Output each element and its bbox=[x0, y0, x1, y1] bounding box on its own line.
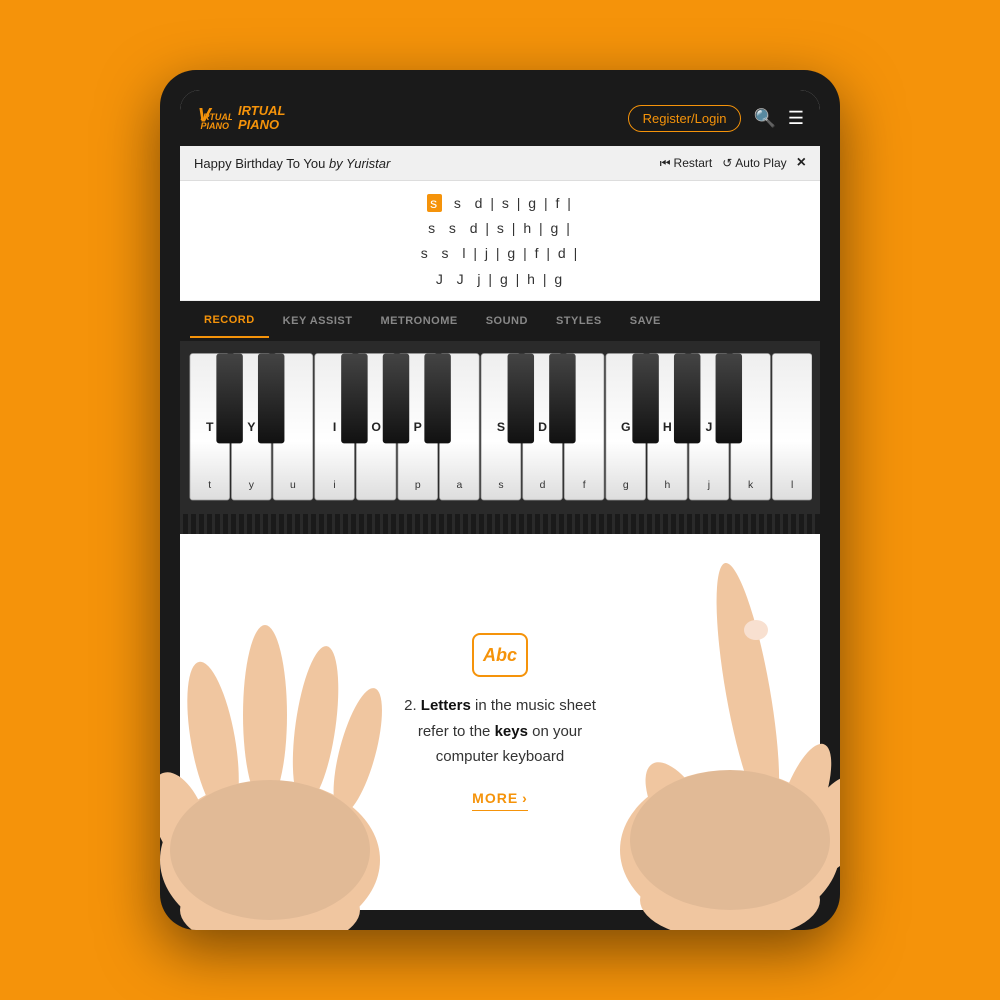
svg-text:f: f bbox=[583, 480, 586, 491]
tab-styles[interactable]: STYLES bbox=[542, 305, 616, 337]
highlighted-note: s bbox=[427, 194, 442, 212]
info-desc-1: in the music sheet bbox=[471, 697, 596, 714]
sheet-line-3: s s l | j | g | f | d | bbox=[180, 241, 820, 266]
info-text: 2. Letters in the music sheet refer to t… bbox=[404, 693, 596, 770]
svg-text:I: I bbox=[333, 420, 336, 434]
info-number: 2. bbox=[404, 697, 421, 714]
restart-button[interactable]: ⏮ Restart bbox=[660, 156, 713, 171]
svg-text:h: h bbox=[664, 480, 670, 491]
svg-text:u: u bbox=[290, 480, 296, 491]
song-bar: Happy Birthday To You by Yuristar ⏮ Rest… bbox=[180, 146, 820, 181]
song-controls: ⏮ Restart ↺ Auto Play × bbox=[660, 154, 806, 172]
sheet-line-1: s s d | s | g | f | bbox=[180, 191, 820, 216]
tab-metronome[interactable]: METRONOME bbox=[366, 305, 471, 337]
logo-text: IRTUAL PIANO bbox=[238, 104, 285, 133]
menu-icon[interactable]: ☰ bbox=[788, 108, 804, 129]
abc-icon-box: Abc bbox=[472, 633, 528, 677]
info-area: Abc 2. Letters in the music sheet refer … bbox=[180, 534, 820, 910]
close-button[interactable]: × bbox=[797, 154, 806, 172]
svg-text:a: a bbox=[456, 480, 462, 491]
sheet-line-2: s s d | s | h | g | bbox=[180, 216, 820, 241]
svg-text:l: l bbox=[791, 480, 793, 491]
info-desc-4: computer keyboard bbox=[436, 748, 564, 765]
svg-text:t: t bbox=[208, 480, 211, 491]
header: IRTUAL PIANO V IRTUAL PIANO Register/Log… bbox=[180, 90, 820, 146]
svg-text:s: s bbox=[498, 480, 503, 491]
svg-text:O: O bbox=[371, 420, 381, 434]
svg-text:J: J bbox=[706, 420, 713, 434]
svg-text:T: T bbox=[206, 420, 214, 434]
piano-bottom bbox=[180, 514, 820, 534]
tablet-screen: IRTUAL PIANO V IRTUAL PIANO Register/Log… bbox=[180, 90, 820, 910]
song-title: Happy Birthday To You by Yuristar bbox=[194, 156, 390, 171]
svg-text:g: g bbox=[623, 480, 629, 491]
svg-text:S: S bbox=[497, 420, 505, 434]
info-desc-2: refer to the bbox=[418, 723, 495, 740]
svg-text:j: j bbox=[707, 480, 710, 491]
search-icon[interactable]: 🔍 bbox=[753, 108, 775, 129]
svg-text:Y: Y bbox=[247, 420, 255, 434]
song-author: by Yuristar bbox=[329, 156, 390, 171]
logo-area: IRTUAL PIANO V IRTUAL PIANO bbox=[196, 100, 285, 136]
tab-save[interactable]: SAVE bbox=[616, 305, 675, 337]
svg-text:d: d bbox=[540, 480, 546, 491]
tab-record[interactable]: RECORD bbox=[190, 304, 269, 338]
tablet-frame: IRTUAL PIANO V IRTUAL PIANO Register/Log… bbox=[160, 70, 840, 930]
header-right: Register/Login 🔍 ☰ bbox=[628, 105, 804, 132]
tab-sound[interactable]: SOUND bbox=[472, 305, 542, 337]
info-keys: keys bbox=[495, 723, 528, 740]
sheet-area: s s d | s | g | f | s s d | s | h | g | … bbox=[180, 181, 820, 301]
autoplay-button[interactable]: ↺ Auto Play bbox=[722, 156, 786, 170]
logo-icon: IRTUAL PIANO V bbox=[196, 100, 232, 136]
tab-key-assist[interactable]: KEY ASSIST bbox=[269, 305, 367, 337]
svg-text:y: y bbox=[249, 480, 255, 491]
piano-area: T Y I O P S D G H J t y u i p a bbox=[180, 341, 820, 534]
piano-keyboard[interactable]: T Y I O P S D G H J t y u i p a bbox=[188, 349, 812, 514]
info-letters: Letters bbox=[421, 697, 471, 714]
svg-text:P: P bbox=[414, 420, 422, 434]
svg-text:D: D bbox=[538, 420, 547, 434]
svg-text:H: H bbox=[663, 420, 672, 434]
svg-text:i: i bbox=[333, 480, 335, 491]
more-button[interactable]: MORE › bbox=[472, 790, 528, 811]
sheet-line-4: J J j | g | h | g bbox=[180, 267, 820, 292]
svg-text:p: p bbox=[415, 480, 421, 491]
toolbar: RECORD KEY ASSIST METRONOME SOUND STYLES… bbox=[180, 301, 820, 341]
abc-icon-text: Abc bbox=[483, 645, 517, 666]
svg-text:V: V bbox=[198, 105, 213, 127]
register-login-button[interactable]: Register/Login bbox=[628, 105, 742, 132]
info-desc-3: on your bbox=[528, 723, 582, 740]
svg-text:G: G bbox=[621, 420, 631, 434]
svg-text:k: k bbox=[748, 480, 754, 491]
